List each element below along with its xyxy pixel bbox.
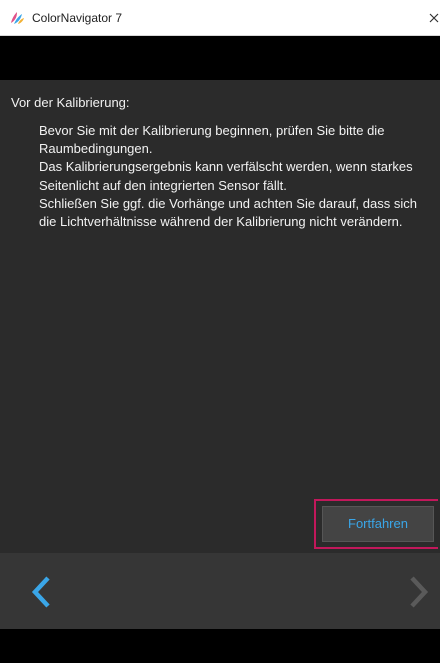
instruction-paragraph: Das Kalibrierungsergebnis kann verfälsch… xyxy=(39,159,413,193)
app-window: ColorNavigator 7 Vor der Kalibrierung: B… xyxy=(0,0,440,663)
back-button[interactable] xyxy=(28,575,56,609)
chevron-right-icon xyxy=(410,576,429,608)
continue-button-highlight[interactable]: Fortfahren xyxy=(314,499,438,549)
colornavigator-logo-icon xyxy=(9,10,25,26)
header-bar xyxy=(0,36,440,80)
footer-bar xyxy=(0,629,440,663)
title-bar: ColorNavigator 7 xyxy=(0,0,440,36)
main-content: Vor der Kalibrierung: Bevor Sie mit der … xyxy=(0,80,440,553)
instruction-paragraph: Bevor Sie mit der Kalibrierung beginnen,… xyxy=(39,123,385,157)
navigation-bar xyxy=(0,553,440,629)
close-button[interactable] xyxy=(426,0,440,36)
forward-button xyxy=(404,575,432,609)
continue-button[interactable]: Fortfahren xyxy=(322,506,434,542)
chevron-left-icon xyxy=(31,576,50,608)
instruction-paragraph: Schließen Sie ggf. die Vorhänge und acht… xyxy=(39,195,417,230)
instructions-text: Bevor Sie mit der Kalibrierung beginnen,… xyxy=(39,122,434,231)
section-heading: Vor der Kalibrierung: xyxy=(11,95,130,110)
window-title: ColorNavigator 7 xyxy=(32,11,123,25)
close-icon xyxy=(429,13,439,23)
